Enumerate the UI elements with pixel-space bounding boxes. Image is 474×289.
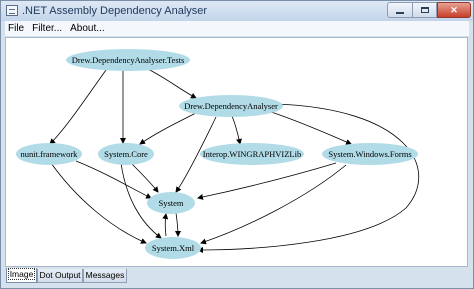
- edge-analyser-forms: [267, 110, 352, 145]
- edge-core-system: [130, 162, 159, 193]
- edge-nunit-xml: [50, 162, 147, 244]
- node-nunit-label: nunit.framework: [21, 149, 79, 159]
- node-xml-label: System.Xml: [152, 243, 195, 253]
- minimize-button[interactable]: [387, 2, 412, 18]
- node-system[interactable]: System: [147, 192, 195, 214]
- graph-canvas: Drew.DependencyAnalyser.Tests Drew.Depen…: [5, 37, 468, 267]
- close-button[interactable]: ✕: [437, 2, 471, 18]
- menu-filter[interactable]: Filter...: [28, 21, 66, 36]
- node-analyser[interactable]: Drew.DependencyAnalyser: [179, 95, 283, 117]
- menu-file[interactable]: File: [5, 21, 28, 36]
- tab-dot-output[interactable]: Dot Output: [37, 269, 83, 283]
- tab-messages[interactable]: Messages: [83, 269, 127, 283]
- node-tests-label: Drew.DependencyAnalyser.Tests: [72, 55, 185, 65]
- menu-bar: File Filter... About...: [5, 21, 469, 36]
- node-core-label: System.Core: [104, 149, 148, 159]
- edge-tests-nunit: [49, 69, 107, 145]
- menu-about[interactable]: About...: [66, 21, 108, 36]
- minimize-icon: [396, 12, 404, 14]
- edge-forms-xml: [200, 164, 347, 245]
- tab-image-label: Image: [7, 268, 36, 280]
- edge-analyser-interop: [231, 115, 242, 145]
- node-core[interactable]: System.Core: [98, 143, 154, 165]
- maximize-icon: [420, 7, 429, 13]
- node-forms-label: System.Windows.Forms: [328, 149, 411, 159]
- dependency-graph: Drew.DependencyAnalyser.Tests Drew.Depen…: [16, 49, 420, 259]
- close-icon: ✕: [450, 4, 458, 15]
- app-icon: [6, 5, 18, 16]
- edge-tests-analyser: [145, 67, 197, 99]
- edge-system-xml: [174, 212, 181, 237]
- nodes: Drew.DependencyAnalyser.Tests Drew.Depen…: [16, 49, 418, 259]
- maximize-button[interactable]: [412, 2, 437, 18]
- node-xml[interactable]: System.Xml: [145, 237, 201, 259]
- node-system-label: System: [158, 198, 183, 208]
- node-interop[interactable]: Interop.WINGRAPHVIZLib: [200, 143, 304, 165]
- title-bar[interactable]: .NET Assembly Dependency Analyser ✕: [1, 1, 473, 21]
- node-analyser-label: Drew.DependencyAnalyser: [184, 101, 278, 111]
- edge-xml-system: [162, 213, 169, 237]
- edge-nunit-system: [75, 160, 152, 199]
- tab-strip: Image Dot Output Messages: [5, 268, 469, 284]
- tab-image[interactable]: Image: [6, 268, 37, 283]
- edge-forms-system: [197, 162, 337, 200]
- node-forms[interactable]: System.Windows.Forms: [322, 143, 418, 165]
- app-window: .NET Assembly Dependency Analyser ✕ File…: [0, 0, 474, 289]
- node-nunit[interactable]: nunit.framework: [16, 143, 82, 165]
- node-tests[interactable]: Drew.DependencyAnalyser.Tests: [66, 49, 190, 71]
- window-title: .NET Assembly Dependency Analyser: [22, 5, 208, 17]
- node-interop-label: Interop.WINGRAPHVIZLib: [203, 149, 301, 159]
- edge-analyser-core: [139, 112, 197, 145]
